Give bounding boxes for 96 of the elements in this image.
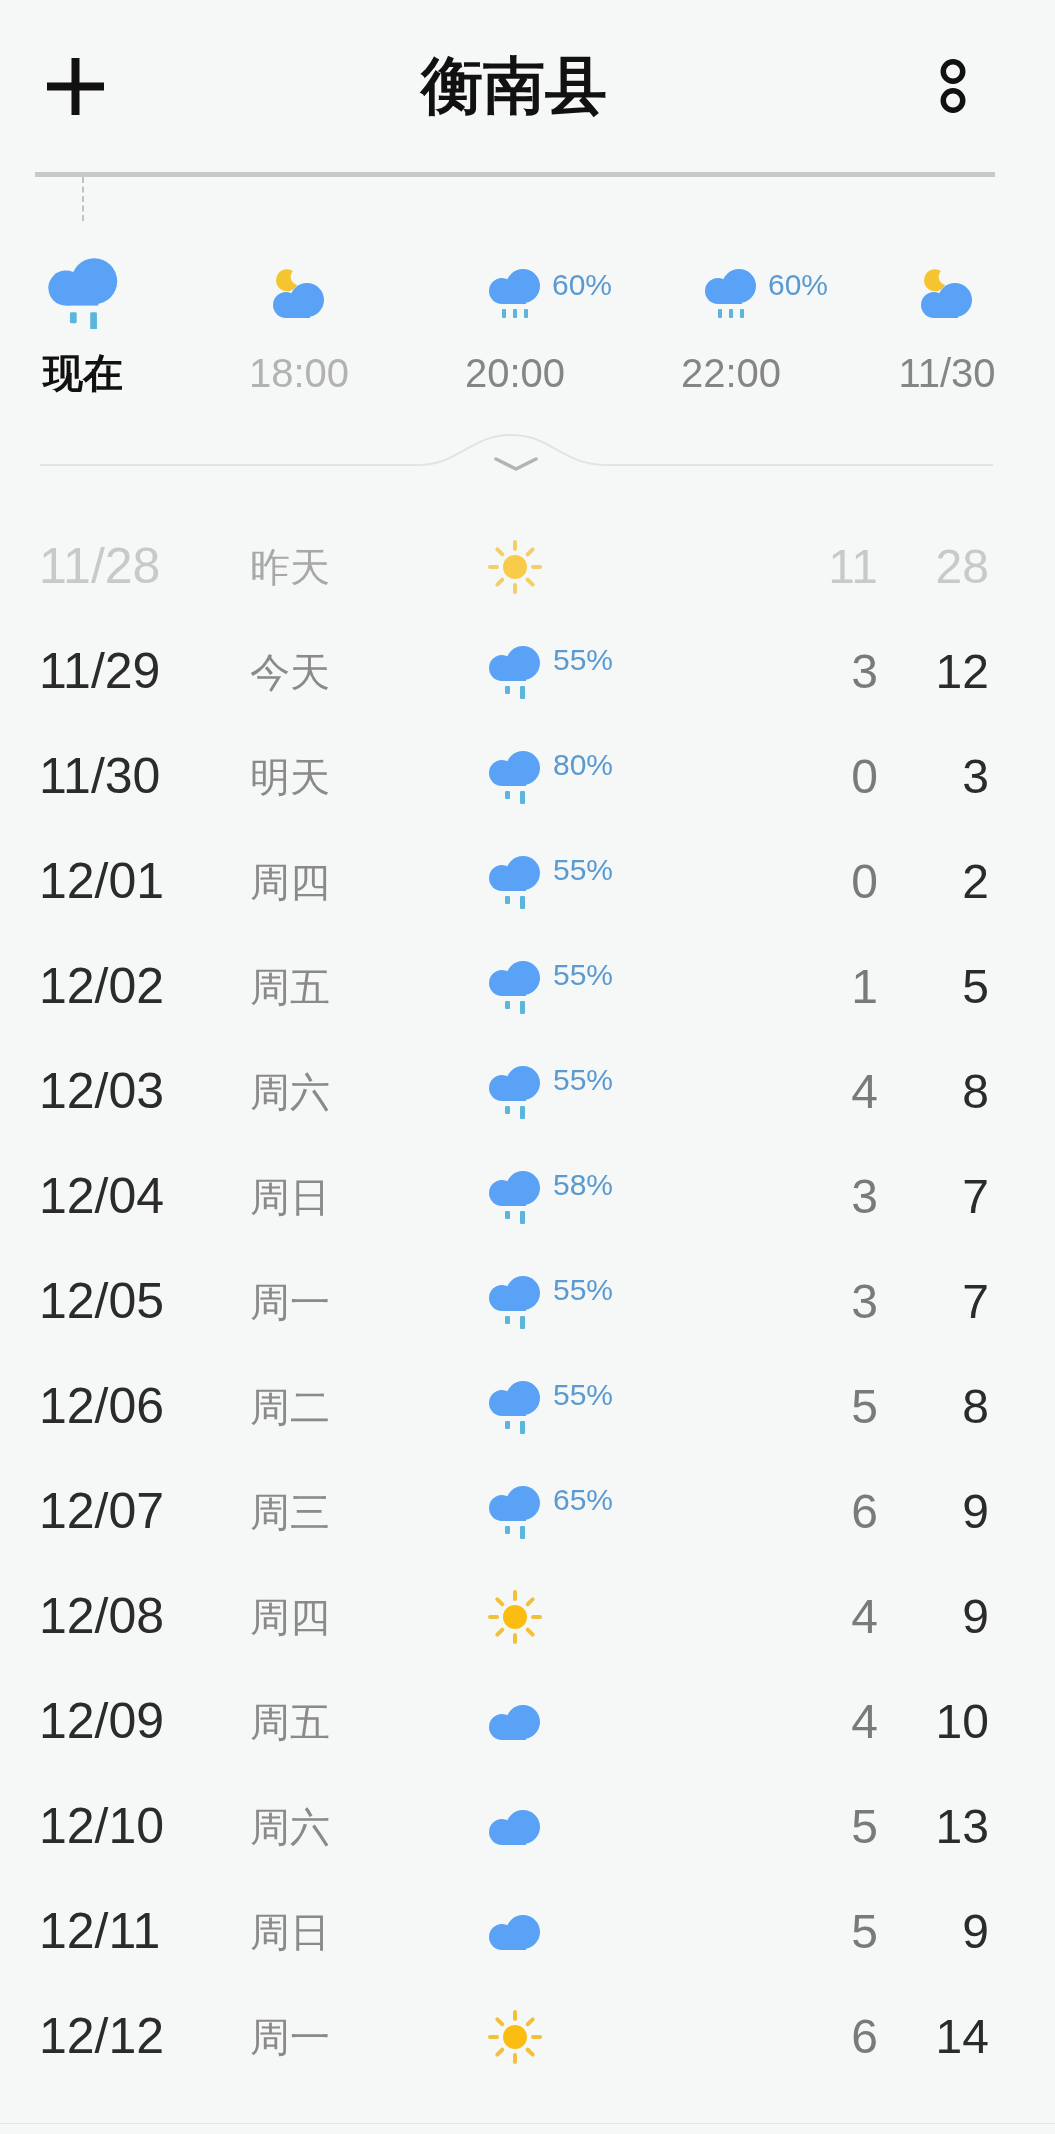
rain-cloud-icon [488,1064,542,1119]
high-temperature: 3 [962,748,989,805]
weekday-label: 周六 [250,1068,330,1116]
date-label: 12/05 [39,1272,166,1331]
rain-cloud-icon [488,1379,542,1434]
cloud-icon [488,1808,542,1845]
low-temperature: 0 [851,853,878,910]
precipitation-chance: 58% [553,1169,614,1200]
weekday-label: 今天 [250,648,330,696]
low-temperature: 4 [851,1063,878,1120]
weekday-label: 周三 [250,1488,330,1536]
high-temperature: 12 [935,643,989,700]
high-temperature: 5 [962,958,989,1015]
low-temperature: 3 [851,643,878,700]
low-temperature: 5 [851,1798,878,1855]
precipitation-chance: 55% [553,1274,614,1305]
date-label: 12/06 [39,1377,166,1436]
precipitation-chance: 55% [553,1064,614,1095]
weekday-label: 周六 [250,1803,330,1851]
high-temperature: 14 [935,2008,989,2065]
date-label: 12/01 [39,852,166,911]
moon-cloud-icon [272,268,326,318]
precipitation-chance: 60% [768,270,829,300]
precipitation-chance: 65% [553,1484,614,1515]
precipitation-chance: 55% [553,644,614,675]
high-temperature: 9 [962,1483,989,1540]
time-label[interactable]: 11/30 [898,349,996,397]
date-label: 12/08 [39,1587,166,1646]
weekday-label: 昨天 [250,543,330,591]
high-temperature: 7 [962,1273,989,1330]
rain-cloud-icon [488,1274,542,1329]
high-temperature: 8 [962,1063,989,1120]
precipitation-chance: 55% [553,854,614,885]
weekday-label: 明天 [250,753,330,801]
low-temperature: 5 [851,1903,878,1960]
weekday-label: 周日 [250,1173,330,1221]
date-label: 11/29 [39,642,162,701]
rain-cloud-icon [704,268,758,318]
plus-icon[interactable] [47,57,104,115]
precipitation-chance: 60% [552,270,613,300]
date-label: 12/09 [39,1692,166,1751]
low-temperature: 4 [851,1588,878,1645]
low-temperature: 5 [851,1378,878,1435]
time-label[interactable]: 20:00 [464,349,566,397]
weekday-label: 周五 [250,963,330,1011]
date-label: 12/10 [39,1797,166,1856]
date-label: 12/07 [39,1482,166,1541]
rain-cloud-icon [488,644,542,699]
high-temperature: 13 [935,1798,989,1855]
date-label: 11/30 [39,747,162,806]
moon-cloud-icon [920,268,974,318]
rain-cloud-icon [488,1169,542,1224]
rain-cloud-icon [488,1484,542,1539]
weekday-label: 周一 [250,2013,330,2061]
weekday-label: 周一 [250,1278,330,1326]
high-temperature: 7 [962,1168,989,1225]
low-temperature: 1 [851,958,878,1015]
low-temperature: 0 [851,748,878,805]
high-temperature: 8 [962,1378,989,1435]
time-label[interactable]: 22:00 [680,349,782,397]
weekday-label: 周二 [250,1383,330,1431]
sun-icon [488,1589,542,1644]
more-menu-icon[interactable] [940,59,966,113]
rain-cloud-icon [488,268,542,318]
weekday-label: 周五 [250,1698,330,1746]
low-temperature: 3 [851,1273,878,1330]
sun-icon [488,539,542,594]
high-temperature: 10 [935,1693,989,1750]
rain-cloud-icon [46,256,120,330]
rain-cloud-icon [488,749,542,804]
high-temperature: 9 [962,1903,989,1960]
low-temperature: 6 [851,1483,878,1540]
high-temperature: 2 [962,853,989,910]
cloud-icon [488,1913,542,1950]
date-label: 12/12 [39,2007,166,2066]
precipitation-chance: 55% [553,1379,614,1410]
precipitation-chance: 80% [553,749,614,780]
city-title: 衡南县 [419,49,608,122]
cloud-icon [488,1703,542,1740]
time-label[interactable]: 18:00 [248,349,350,397]
date-label: 12/03 [39,1062,166,1121]
low-temperature: 4 [851,1693,878,1750]
low-temperature: 3 [851,1168,878,1225]
precipitation-chance: 55% [553,959,614,990]
date-label: 12/02 [39,957,166,1016]
weekday-label: 周四 [250,1593,330,1641]
high-temperature: 9 [962,1588,989,1645]
rain-cloud-icon [488,854,542,909]
low-temperature: 6 [851,2008,878,2065]
date-label: 12/11 [39,1902,162,1961]
rain-cloud-icon [488,959,542,1014]
sun-icon [488,2009,542,2064]
weekday-label: 周四 [250,858,330,906]
date-label: 12/04 [39,1167,166,1226]
time-label[interactable]: 现在 [43,349,123,397]
weekday-label: 周日 [250,1908,330,1956]
